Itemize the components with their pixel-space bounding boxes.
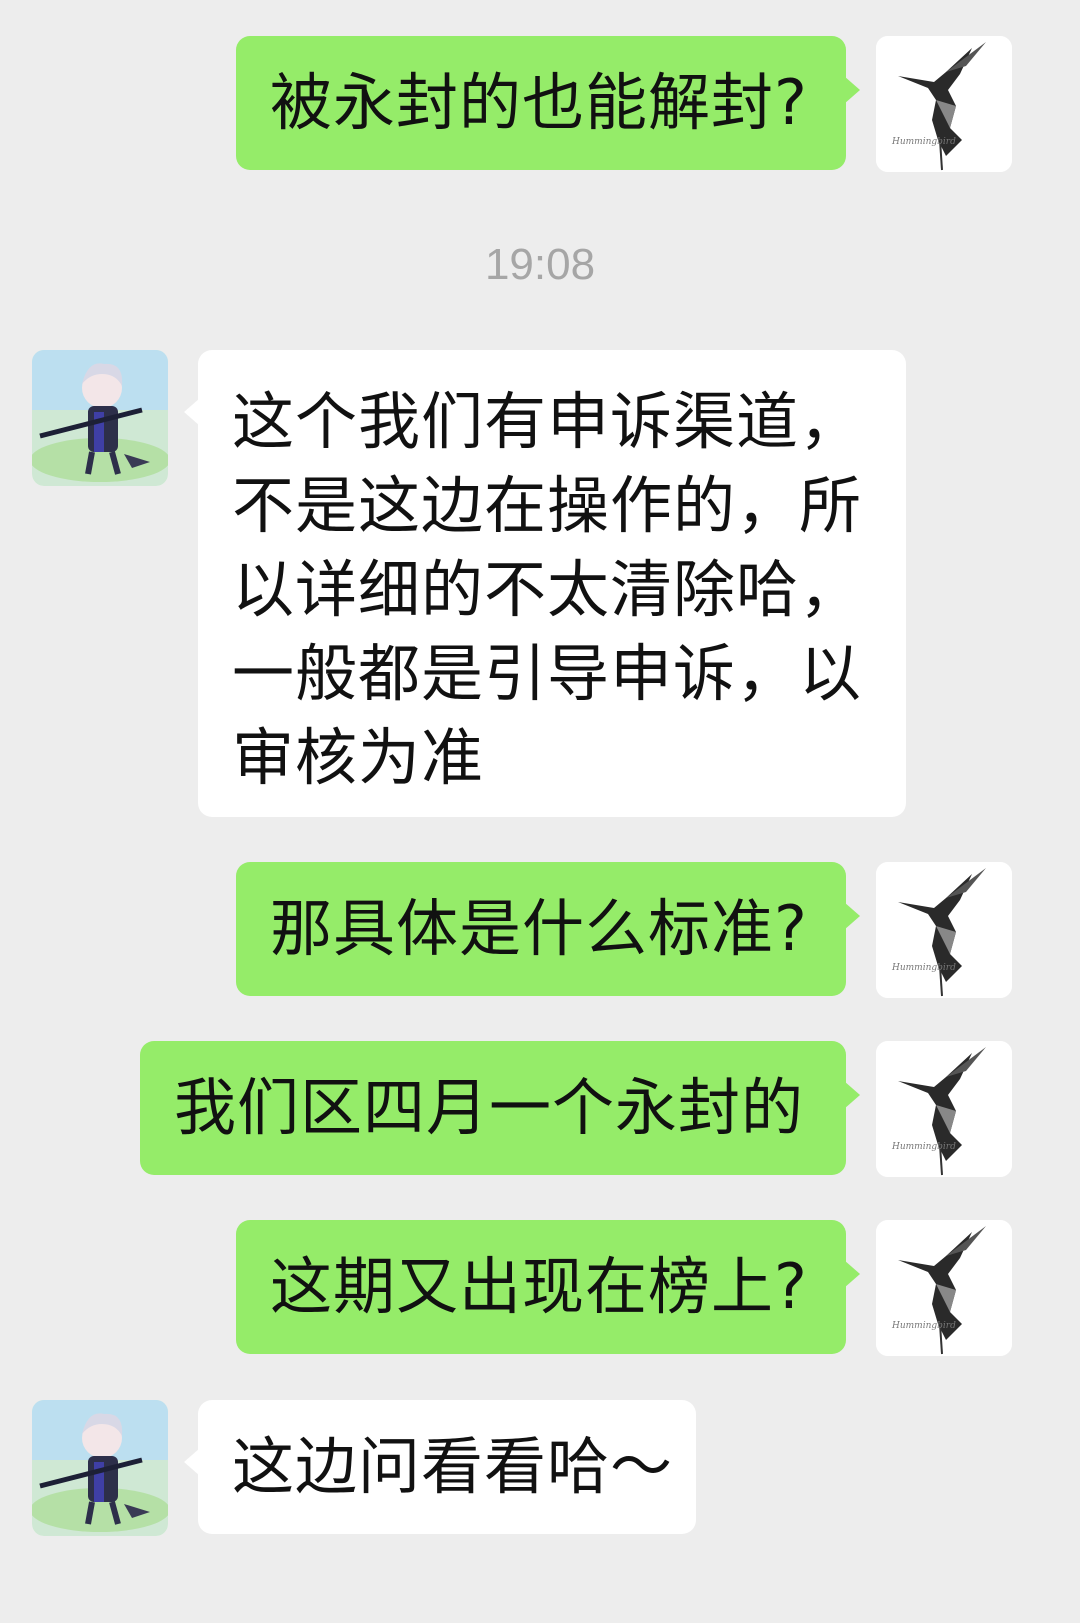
hummingbird-icon[interactable]: Hummingbird <box>876 1220 1012 1356</box>
hummingbird-icon[interactable]: Hummingbird <box>876 862 1012 998</box>
timestamp: 19:08 <box>484 240 596 289</box>
message-bubble-received[interactable]: 这边问看看哈～ <box>184 1400 696 1534</box>
message-text: 这个我们有申诉渠道， 不是这边在操作的，所 以详细的不太清除哈， 一般都是引导申… <box>232 385 863 794</box>
message-row-received: 这边问看看哈～ <box>0 1400 1080 1540</box>
message-text: 这边问看看哈～ <box>232 1430 674 1503</box>
svg-text:Hummingbird: Hummingbird <box>891 963 956 973</box>
svg-text:Hummingbird: Hummingbird <box>891 1321 956 1331</box>
message-row-received: 这个我们有申诉渠道， 不是这边在操作的，所 以详细的不太清除哈， 一般都是引导申… <box>0 350 1080 820</box>
message-text: 这期又出现在榜上? <box>270 1250 808 1323</box>
message-bubble-sent[interactable]: 被永封的也能解封? <box>236 36 860 170</box>
bubble-tail <box>184 1448 200 1476</box>
svg-text:Hummingbird: Hummingbird <box>891 1142 956 1152</box>
message-text: 那具体是什么标准? <box>270 892 808 965</box>
svg-text:Hummingbird: Hummingbird <box>891 137 956 147</box>
anime-character-icon[interactable] <box>32 350 168 486</box>
message-bubble-sent[interactable]: 这期又出现在榜上? <box>236 1220 860 1354</box>
message-row-sent: 我们区四月一个永封的 Hummingbird <box>0 1041 1080 1181</box>
message-bubble-sent[interactable]: 我们区四月一个永封的 <box>140 1041 860 1175</box>
bubble-tail <box>844 1260 860 1288</box>
message-row-sent: 这期又出现在榜上? Hummingbird <box>0 1220 1080 1360</box>
hummingbird-icon[interactable]: Hummingbird <box>876 1041 1012 1177</box>
message-text: 被永封的也能解封? <box>270 66 808 139</box>
message-bubble-received[interactable]: 这个我们有申诉渠道， 不是这边在操作的，所 以详细的不太清除哈， 一般都是引导申… <box>184 350 906 817</box>
bubble-tail <box>844 902 860 930</box>
message-row-sent: 那具体是什么标准? Hummingbird <box>0 862 1080 1002</box>
message-bubble-sent[interactable]: 那具体是什么标准? <box>236 862 860 996</box>
bubble-tail <box>184 398 200 426</box>
message-text: 我们区四月一个永封的 <box>174 1071 805 1144</box>
bubble-tail <box>844 76 860 104</box>
message-row-sent: 被永封的也能解封? Hummingbird <box>0 36 1080 176</box>
anime-character-icon[interactable] <box>32 1400 168 1536</box>
bubble-tail <box>844 1081 860 1109</box>
hummingbird-icon[interactable]: Hummingbird <box>876 36 1012 172</box>
